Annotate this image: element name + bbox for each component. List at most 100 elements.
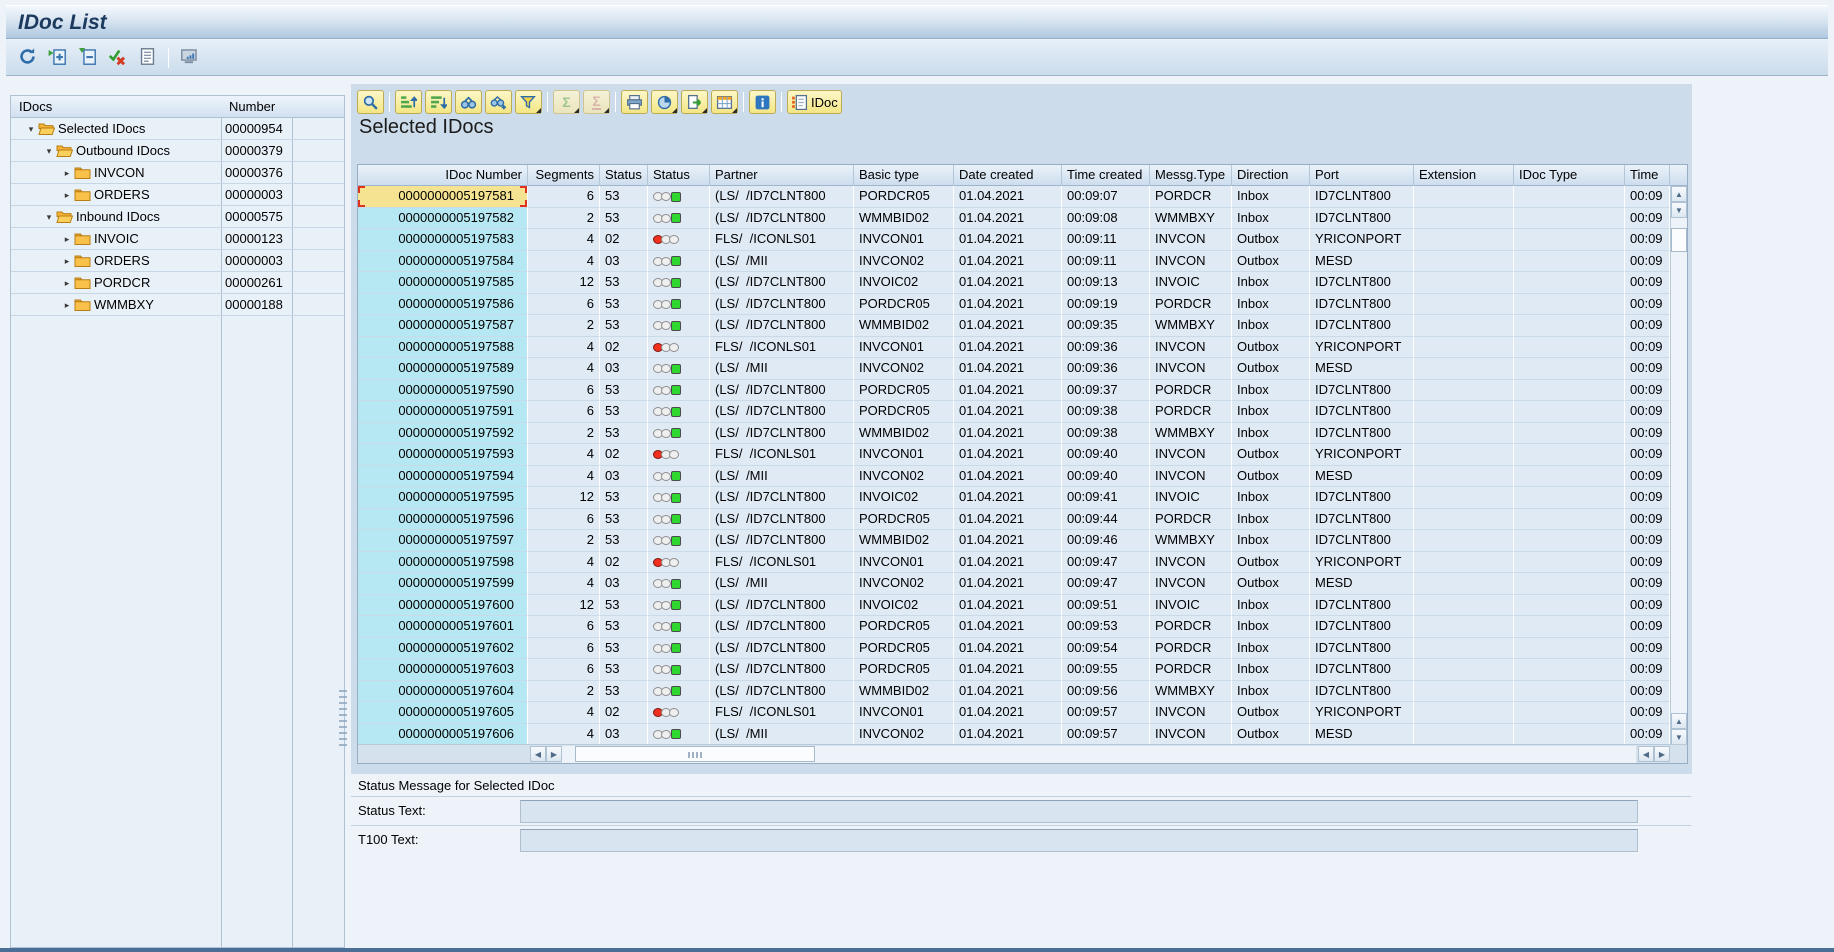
cell-msg_type[interactable]: PORDCR xyxy=(1150,294,1232,316)
cell-led[interactable] xyxy=(648,294,710,316)
cell-status[interactable]: 53 xyxy=(600,509,648,531)
cell-extension[interactable] xyxy=(1414,401,1514,423)
cell-partner[interactable]: FLS/ /ICONLS01 xyxy=(710,229,854,251)
cell-basic_type[interactable]: PORDCR05 xyxy=(854,509,954,531)
cell-direction[interactable]: Outbox xyxy=(1232,466,1310,488)
cell-msg_type[interactable]: INVCON xyxy=(1150,444,1232,466)
cell-status[interactable]: 02 xyxy=(600,444,648,466)
column-header-status[interactable]: Status xyxy=(600,165,648,186)
cell-time_created[interactable]: 00:09:36 xyxy=(1062,358,1150,380)
cell-segments[interactable]: 2 xyxy=(528,530,600,552)
cell-basic_type[interactable]: INVCON02 xyxy=(854,358,954,380)
cell-time_created[interactable]: 00:09:40 xyxy=(1062,444,1150,466)
cell-idoc_type[interactable] xyxy=(1514,208,1625,230)
cell-partner[interactable]: (LS/ /ID7CLNT800 xyxy=(710,509,854,531)
cell-segments[interactable]: 4 xyxy=(528,724,600,746)
cell-extension[interactable] xyxy=(1414,251,1514,273)
cell-direction[interactable]: Inbox xyxy=(1232,401,1310,423)
cell-msg_type[interactable]: PORDCR xyxy=(1150,186,1232,208)
cell-time_created[interactable]: 00:09:47 xyxy=(1062,552,1150,574)
cell-idoc_type[interactable] xyxy=(1514,530,1625,552)
cell-date_created[interactable]: 01.04.2021 xyxy=(954,423,1062,445)
cell-msg_type[interactable]: INVOIC xyxy=(1150,272,1232,294)
cell-segments[interactable]: 6 xyxy=(528,509,600,531)
cell-date_created[interactable]: 01.04.2021 xyxy=(954,251,1062,273)
cell-time[interactable]: 00:09 xyxy=(1625,380,1670,402)
cell-status[interactable]: 53 xyxy=(600,616,648,638)
tree-item-invoic[interactable]: ▸INVOIC00000123 xyxy=(11,228,344,250)
cell-idoc[interactable]: 0000000005197592 xyxy=(358,423,528,445)
cell-basic_type[interactable]: WMMBID02 xyxy=(854,208,954,230)
cell-status[interactable]: 53 xyxy=(600,380,648,402)
cell-time[interactable]: 00:09 xyxy=(1625,423,1670,445)
cell-date_created[interactable]: 01.04.2021 xyxy=(954,509,1062,531)
sum-button[interactable]: Σ xyxy=(553,90,580,114)
cell-time[interactable]: 00:09 xyxy=(1625,702,1670,724)
cell-idoc[interactable]: 0000000005197587 xyxy=(358,315,528,337)
cell-segments[interactable]: 4 xyxy=(528,251,600,273)
cell-direction[interactable]: Inbox xyxy=(1232,294,1310,316)
cell-time_created[interactable]: 00:09:53 xyxy=(1062,616,1150,638)
cell-direction[interactable]: Inbox xyxy=(1232,208,1310,230)
cell-time[interactable]: 00:09 xyxy=(1625,251,1670,273)
tree-item-pordcr[interactable]: ▸PORDCR00000261 xyxy=(11,272,344,294)
cell-basic_type[interactable]: PORDCR05 xyxy=(854,659,954,681)
cell-msg_type[interactable]: INVCON xyxy=(1150,229,1232,251)
cell-msg_type[interactable]: PORDCR xyxy=(1150,380,1232,402)
cell-direction[interactable]: Inbox xyxy=(1232,659,1310,681)
cell-time[interactable]: 00:09 xyxy=(1625,552,1670,574)
cell-msg_type[interactable]: PORDCR xyxy=(1150,509,1232,531)
tree-item-wmmbxy[interactable]: ▸WMMBXY00000188 xyxy=(11,294,344,316)
cell-idoc_type[interactable] xyxy=(1514,573,1625,595)
cell-time_created[interactable]: 00:09:08 xyxy=(1062,208,1150,230)
cell-status[interactable]: 03 xyxy=(600,358,648,380)
cell-idoc[interactable]: 0000000005197594 xyxy=(358,466,528,488)
cell-idoc_type[interactable] xyxy=(1514,337,1625,359)
cell-segments[interactable]: 2 xyxy=(528,423,600,445)
cell-led[interactable] xyxy=(648,724,710,746)
cell-date_created[interactable]: 01.04.2021 xyxy=(954,229,1062,251)
cell-msg_type[interactable]: INVCON xyxy=(1150,337,1232,359)
cell-time_created[interactable]: 00:09:11 xyxy=(1062,229,1150,251)
cell-time[interactable]: 00:09 xyxy=(1625,616,1670,638)
cell-date_created[interactable]: 01.04.2021 xyxy=(954,337,1062,359)
cell-led[interactable] xyxy=(648,208,710,230)
display-list-button[interactable] xyxy=(134,45,160,71)
cell-idoc[interactable]: 0000000005197606 xyxy=(358,724,528,746)
cell-segments[interactable]: 6 xyxy=(528,186,600,208)
cell-partner[interactable]: (LS/ /MII xyxy=(710,573,854,595)
cell-port[interactable]: MESD xyxy=(1310,466,1414,488)
cell-date_created[interactable]: 01.04.2021 xyxy=(954,487,1062,509)
cell-idoc[interactable]: 0000000005197589 xyxy=(358,358,528,380)
graphic-button[interactable] xyxy=(176,45,202,71)
cell-status[interactable]: 03 xyxy=(600,466,648,488)
cell-idoc_type[interactable] xyxy=(1514,315,1625,337)
cell-direction[interactable]: Outbox xyxy=(1232,337,1310,359)
cell-time_created[interactable]: 00:09:41 xyxy=(1062,487,1150,509)
cell-status[interactable]: 02 xyxy=(600,702,648,724)
cell-idoc_type[interactable] xyxy=(1514,358,1625,380)
column-header-time[interactable]: Time xyxy=(1625,165,1670,186)
scroll-left-button-right[interactable]: ◀ xyxy=(1638,746,1654,762)
views-button[interactable] xyxy=(651,90,678,114)
cell-partner[interactable]: (LS/ /ID7CLNT800 xyxy=(710,186,854,208)
cell-direction[interactable]: Inbox xyxy=(1232,681,1310,703)
cell-date_created[interactable]: 01.04.2021 xyxy=(954,208,1062,230)
column-header-direction[interactable]: Direction xyxy=(1232,165,1310,186)
cell-port[interactable]: ID7CLNT800 xyxy=(1310,595,1414,617)
panel-splitter-handle[interactable] xyxy=(339,690,347,746)
cell-led[interactable] xyxy=(648,272,710,294)
cell-partner[interactable]: (LS/ /ID7CLNT800 xyxy=(710,208,854,230)
column-header-time_created[interactable]: Time created xyxy=(1062,165,1150,186)
cell-direction[interactable]: Inbox xyxy=(1232,616,1310,638)
cell-partner[interactable]: (LS/ /ID7CLNT800 xyxy=(710,681,854,703)
cell-idoc[interactable]: 0000000005197586 xyxy=(358,294,528,316)
cell-led[interactable] xyxy=(648,229,710,251)
cell-segments[interactable]: 6 xyxy=(528,401,600,423)
tree-item-outbound-idocs[interactable]: ▾Outbound IDocs00000379 xyxy=(11,140,344,162)
cell-time[interactable]: 00:09 xyxy=(1625,186,1670,208)
cell-port[interactable]: YRICONPORT xyxy=(1310,337,1414,359)
cell-date_created[interactable]: 01.04.2021 xyxy=(954,659,1062,681)
cell-extension[interactable] xyxy=(1414,616,1514,638)
cell-msg_type[interactable]: PORDCR xyxy=(1150,401,1232,423)
